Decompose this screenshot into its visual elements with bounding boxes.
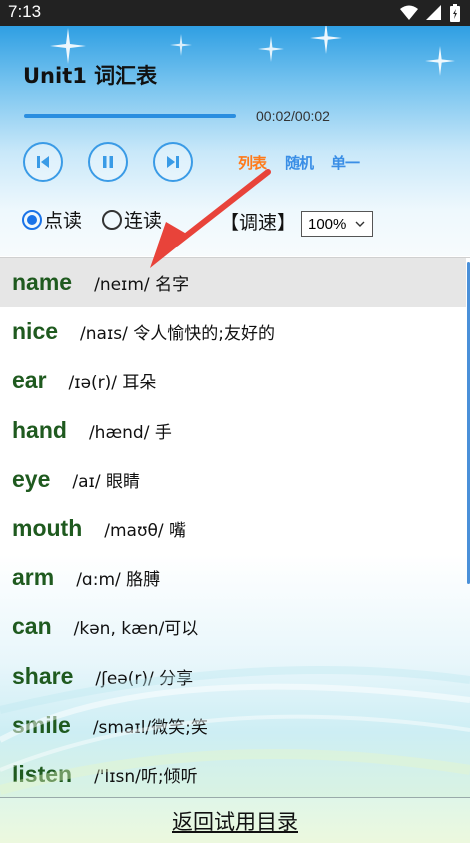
word-definition: /aɪ/ 眼睛 (72, 471, 140, 492)
mode-random-button[interactable]: 随机 (285, 152, 314, 173)
radio-point-read[interactable] (22, 209, 42, 230)
wifi-icon (400, 5, 418, 20)
status-time: 7:13 (8, 2, 42, 21)
speed-value: 100% (308, 215, 347, 233)
player-header: Unit1 词汇表 00:02/00:02 列表 随机 单一 点读 连读 【调速… (0, 26, 470, 256)
word-english: eye (12, 465, 51, 492)
word-english: hand (12, 416, 67, 443)
word-row[interactable]: arm/ɑ:m/ 胳膊 (0, 553, 466, 602)
word-english: mouth (12, 515, 83, 541)
word-list[interactable]: name/neɪm/ 名字 nice/naɪs/ 令人愉快的;友好的 ear/ɪə(… (0, 257, 470, 797)
pause-icon (103, 156, 113, 168)
word-english: name (12, 269, 73, 295)
word-definition: /maʊθ/ 嘴 (104, 521, 187, 541)
word-row[interactable]: listen /'lɪsn/听;倾听 (0, 750, 466, 797)
word-english: ear (12, 367, 47, 394)
word-row[interactable]: smile/smaɪl/微笑;笑 (0, 701, 466, 750)
speed-label: 【调速】 (220, 212, 297, 234)
mode-single-button[interactable]: 单一 (331, 152, 360, 173)
sparkle-icon (170, 34, 192, 56)
chevron-down-icon (355, 221, 365, 227)
progress-bar[interactable] (24, 114, 236, 118)
word-english: smile (12, 711, 71, 738)
sparkle-icon (50, 28, 86, 64)
word-row[interactable]: ear/ɪə(r)/ 耳朵 (0, 356, 466, 405)
pause-button[interactable] (88, 142, 128, 182)
signal-icon (426, 5, 441, 20)
back-to-catalog-link[interactable]: 返回试用目录 (172, 806, 298, 836)
time-display: 00:02/00:02 (256, 108, 330, 124)
word-row[interactable]: nice/naɪs/ 令人愉快的;友好的 (0, 307, 466, 356)
mode-list-button[interactable]: 列表 (238, 152, 267, 173)
word-english: share (12, 662, 74, 689)
speed-select[interactable]: 100% (301, 211, 373, 237)
sparkle-icon (258, 36, 284, 62)
word-definition: /neɪm/ 名字 (94, 275, 190, 295)
sparkle-icon (425, 46, 455, 76)
word-definition: /ɪə(r)/ 耳朵 (68, 373, 157, 394)
previous-button[interactable] (23, 142, 63, 182)
word-english: can (12, 613, 52, 640)
word-definition: /naɪs/ 令人愉快的;友好的 (80, 324, 275, 345)
footer: 返回试用目录 (0, 797, 470, 843)
word-definition: /ɑ:m/ 胳膊 (76, 570, 161, 591)
radio-point-read-label[interactable]: 点读 (44, 206, 82, 233)
word-definition: /smaɪl/微笑;笑 (92, 717, 208, 738)
word-row[interactable]: can/kən, kæn/可以 (0, 602, 466, 651)
word-row[interactable]: hand/hænd/ 手 (0, 406, 466, 455)
word-row[interactable]: name/neɪm/ 名字 (0, 258, 466, 307)
word-definition: /ʃeə(r)/ 分享 (95, 668, 194, 689)
word-row[interactable]: eye/aɪ/ 眼睛 (0, 455, 466, 504)
skip-next-icon (167, 156, 179, 168)
word-english: nice (12, 318, 59, 345)
word-definition: /'lɪsn/听;倾听 (94, 767, 198, 787)
next-button[interactable] (153, 142, 193, 182)
word-row[interactable]: mouth/maʊθ/ 嘴 (0, 504, 466, 553)
word-definition: /kən, kæn/可以 (73, 619, 199, 640)
radio-continuous-read[interactable] (102, 209, 123, 230)
read-mode-group: 点读 连读 (22, 206, 162, 233)
word-definition: /hænd/ 手 (88, 422, 172, 443)
page-title: Unit1 词汇表 (23, 64, 158, 88)
skip-previous-icon (37, 156, 49, 168)
battery-icon (450, 4, 460, 22)
word-english: arm (12, 564, 55, 591)
sparkle-icon (310, 26, 342, 54)
word-english: listen (12, 761, 73, 787)
word-row[interactable]: share/ʃeə(r)/ 分享 (0, 652, 466, 701)
status-bar: 7:13 (0, 0, 470, 26)
status-icons (400, 4, 460, 22)
radio-continuous-read-label[interactable]: 连读 (124, 206, 162, 233)
